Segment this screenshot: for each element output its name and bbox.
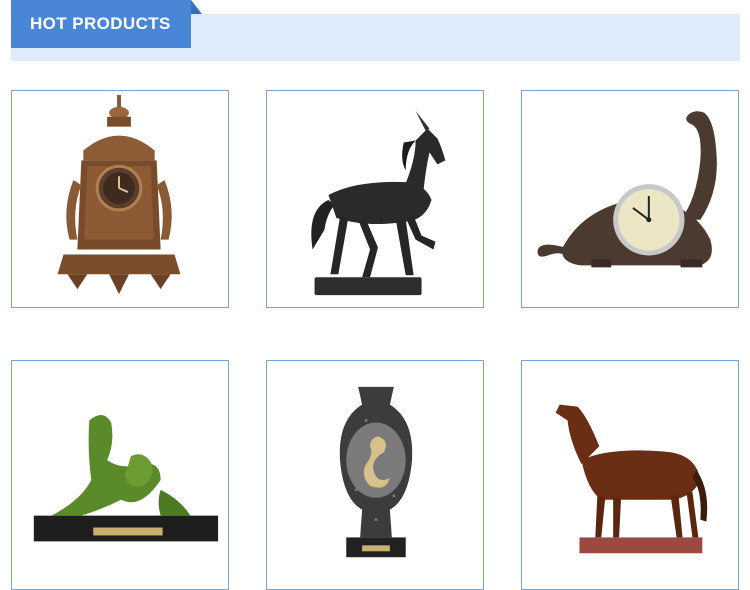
- green-abstract-figures-sculpture-image: [12, 361, 228, 589]
- snake-vase-sculpture-image: [267, 361, 483, 589]
- product-card-brown-horse[interactable]: [521, 360, 739, 590]
- brown-horse-statue-image: [522, 361, 738, 589]
- product-card-snake-vase[interactable]: [266, 360, 484, 590]
- bronze-mantel-clock-image: [12, 91, 228, 307]
- section-title: HOT PRODUCTS: [11, 0, 191, 48]
- dinosaur-clock-image: [522, 91, 738, 307]
- product-card-green-sculpture[interactable]: [11, 360, 229, 590]
- section-title-corner: [191, 0, 202, 14]
- product-card-dinosaur-clock[interactable]: [521, 90, 739, 308]
- black-unicorn-statue-image: [267, 91, 483, 307]
- product-card-bronze-clock[interactable]: [11, 90, 229, 308]
- product-card-unicorn[interactable]: [266, 90, 484, 308]
